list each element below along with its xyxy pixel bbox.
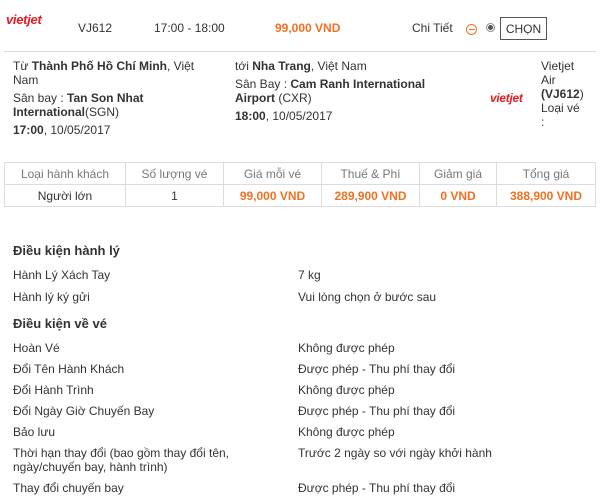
condition-label-reserve: Bảo lưu [13, 425, 56, 439]
condition-value-flight-change: Được phép - Thu phí thay đổi [298, 481, 456, 495]
cell-price-per-ticket: 99,000 VND [223, 184, 322, 207]
cell-tax-fee: 289,900 VND [321, 184, 420, 207]
baggage-section-title: Điều kiện hành lý [13, 243, 120, 258]
baggage-label-checked: Hành lý ký gửi [13, 290, 90, 304]
condition-label-route-change: Đổi Hành Trình [13, 383, 94, 397]
condition-label-refund: Hoàn Vé [13, 341, 60, 355]
carrier-info: Vietjet Air (VJ612) Loại vé : [541, 59, 584, 129]
arrival-info: tới Nha Trang, Việt Nam Sân Bay : Cam Ra… [235, 59, 426, 123]
fare-table-header-row: Loại hành khách Số lượng vé Giá mỗi vé T… [4, 162, 596, 185]
departure-info: Từ Thành Phố Hồ Chí Minh, Việt Nam Sân b… [13, 59, 195, 137]
carrier-logo: vietjet [490, 91, 523, 105]
condition-value-refund: Không được phép [298, 341, 395, 355]
choose-flight-button[interactable]: CHỌN [500, 17, 547, 40]
condition-label-name-change: Đổi Tên Hành Khách [13, 362, 125, 376]
col-ticket-count: Số lượng vé [125, 162, 224, 185]
detail-label[interactable]: Chi Tiết [412, 21, 453, 35]
cell-discount: 0 VND [419, 184, 497, 207]
flight-select-radio[interactable] [486, 23, 495, 32]
condition-label-change-deadline: Thời hạn thay đổi (bao gồm thay đổi tên,… [13, 446, 229, 474]
col-total-price: Tổng giá [496, 162, 596, 185]
condition-value-route-change: Không được phép [298, 383, 395, 397]
flight-code: VJ612 [78, 21, 113, 35]
flight-time-range: 17:00 - 18:00 [154, 21, 225, 35]
condition-value-name-change: Được phép - Thu phí thay đổi [298, 362, 456, 376]
fare-table: Loại hành khách Số lượng vé Giá mỗi vé T… [4, 162, 596, 207]
condition-label-date-change: Đổi Ngày Giờ Chuyến Bay [13, 404, 155, 418]
condition-value-date-change: Được phép - Thu phí thay đổi [298, 404, 456, 418]
cell-ticket-count: 1 [125, 184, 224, 207]
col-price-per-ticket: Giá mỗi vé [223, 162, 322, 185]
baggage-label-carry-on: Hành Lý Xách Tay [13, 268, 111, 282]
ticket-conditions-title: Điều kiện về vé [13, 316, 107, 331]
flight-price: 99,000 VND [275, 21, 341, 35]
cell-passenger-type: Người lớn [4, 184, 126, 207]
col-discount: Giảm giá [419, 162, 497, 185]
col-tax-fee: Thuế & Phí [321, 162, 420, 185]
vietjet-logo: vietjet [6, 12, 42, 27]
condition-value-change-deadline: Trước 2 ngày so với ngày khởi hành [298, 446, 492, 460]
condition-label-flight-change: Thay đổi chuyến bay [13, 481, 124, 495]
cell-total-price: 388,900 VND [496, 184, 596, 207]
baggage-value-checked: Vui lòng chọn ở bước sau [298, 290, 437, 304]
col-passenger-type: Loại hành khách [4, 162, 126, 185]
collapse-detail-icon[interactable] [466, 24, 477, 35]
table-row: Người lớn 1 99,000 VND 289,900 VND 0 VND… [4, 184, 596, 207]
header-divider [4, 51, 596, 52]
condition-value-reserve: Không được phép [298, 425, 395, 439]
baggage-value-carry-on: 7 kg [298, 268, 321, 282]
